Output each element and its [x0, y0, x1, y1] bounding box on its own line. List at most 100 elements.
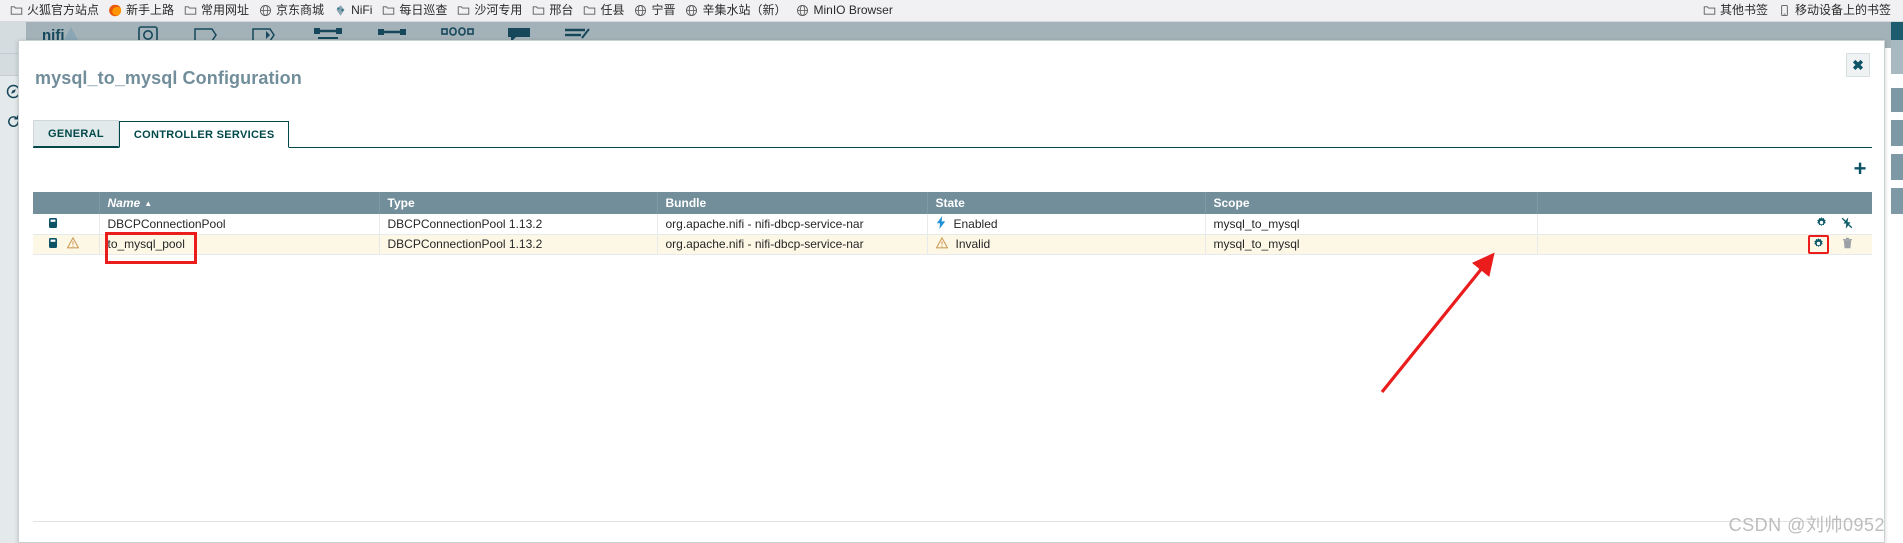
tab-controller-services[interactable]: CONTROLLER SERVICES: [118, 121, 290, 148]
folder-icon: [382, 4, 395, 17]
watermark: CSDN @刘帅0952: [1728, 515, 1885, 535]
row-actions-cell: [1537, 234, 1872, 255]
table-header-row: Name ▲ Type Bundle State Scope: [33, 192, 1872, 214]
controller-services-table-wrap: Name ▲ Type Bundle State Scope DBCPConne…: [33, 192, 1872, 522]
table-row[interactable]: DBCPConnectionPool DBCPConnectionPool 1.…: [33, 214, 1872, 235]
page-title: mysql_to_mysql Configuration: [35, 68, 302, 88]
mobile-icon: [1778, 4, 1791, 17]
row-state-label: Enabled: [953, 216, 998, 231]
globe-icon: [259, 4, 272, 17]
bookmark-item-0[interactable]: 火狐官方站点: [6, 1, 105, 20]
col-header-state[interactable]: State: [927, 192, 1206, 214]
folder-icon: [10, 4, 23, 17]
controller-service-icon: [47, 237, 59, 251]
row-bundle: org.apache.nifi - nifi-dbcp-service-nar: [657, 214, 928, 235]
bookmark-item-6[interactable]: 沙河专用: [453, 1, 528, 20]
screen-root: 火狐官方站点 新手上路 常用网址 京东商城 NiFi 每日巡查 沙河专用 邢台 …: [0, 0, 1903, 543]
rr-gap-2: [1891, 112, 1903, 120]
bookmark-label: 宁晋: [651, 3, 676, 17]
bookmark-item-8[interactable]: 任县: [579, 1, 630, 20]
other-bookmarks-item[interactable]: 其他书签: [1699, 1, 1774, 20]
row-status-icons-cell: [33, 214, 100, 235]
table-row[interactable]: to_mysql_pool DBCPConnectionPool 1.13.2 …: [33, 234, 1872, 255]
row-type: DBCPConnectionPool 1.13.2: [379, 214, 658, 235]
gear-icon[interactable]: [1815, 216, 1828, 231]
bookmark-label: NiFi: [351, 3, 373, 17]
rr-block-0: [1891, 22, 1903, 40]
sort-ascending-icon: ▲: [144, 199, 153, 209]
bookmark-bar-right: 其他书签 移动设备上的书签: [1699, 1, 1897, 20]
trash-icon[interactable]: [1841, 237, 1854, 252]
configuration-dialog: ✖ mysql_to_mysql Configuration GENERAL C…: [18, 40, 1885, 543]
folder-icon: [1703, 4, 1716, 17]
nifi-right-rail: [1891, 22, 1903, 543]
bookmark-label: 京东商城: [276, 3, 325, 17]
disable-icon[interactable]: [1840, 216, 1854, 232]
rr-block-1: [1891, 40, 1903, 74]
bolt-icon: [936, 215, 946, 232]
tab-bar: GENERAL CONTROLLER SERVICES: [33, 120, 1872, 148]
table-header: Name ▲ Type Bundle State Scope: [33, 192, 1872, 214]
bookmark-label: 辛集水站（新）: [702, 3, 787, 17]
globe-icon: [634, 4, 647, 17]
col-header-name[interactable]: Name ▲: [99, 192, 380, 214]
bookmark-item-1[interactable]: 新手上路: [105, 1, 180, 20]
bookmark-label: 常用网址: [201, 3, 250, 17]
bookmark-item-5[interactable]: 每日巡查: [378, 1, 453, 20]
folder-icon: [457, 4, 470, 17]
row-bundle: org.apache.nifi - nifi-dbcp-service-nar: [657, 234, 928, 255]
rr-block-2: [1891, 88, 1903, 112]
bookmark-item-10[interactable]: 辛集水站（新）: [681, 1, 792, 20]
col-header-icons: [33, 192, 100, 214]
add-controller-service-button[interactable]: +: [1850, 158, 1870, 180]
other-bookmarks-label: 其他书签: [1719, 3, 1768, 17]
bookmark-item-2[interactable]: 常用网址: [180, 1, 255, 20]
col-header-name-label: Name: [107, 196, 141, 210]
nifi-icon: [334, 4, 347, 17]
mobile-bookmarks-label: 移动设备上的书签: [1794, 3, 1891, 17]
rr-gap-3: [1891, 146, 1903, 154]
bookmark-item-3[interactable]: 京东商城: [255, 1, 330, 20]
col-header-bundle[interactable]: Bundle: [657, 192, 928, 214]
controller-service-icon: [47, 217, 59, 231]
bookmark-bar: 火狐官方站点 新手上路 常用网址 京东商城 NiFi 每日巡查 沙河专用 邢台 …: [0, 0, 1903, 22]
folder-icon: [184, 4, 197, 17]
warning-triangle-icon: [935, 236, 948, 252]
gear-icon[interactable]: [1808, 234, 1829, 253]
warning-triangle-icon[interactable]: [66, 236, 80, 251]
bookmark-label: 任县: [600, 3, 625, 17]
row-state-cell: Invalid: [927, 234, 1206, 255]
row-type: DBCPConnectionPool 1.13.2: [379, 234, 658, 255]
rr-gap-1: [1891, 74, 1903, 88]
bookmark-label: 沙河专用: [474, 3, 523, 17]
rr-block-3: [1891, 120, 1903, 146]
row-name: to_mysql_pool: [99, 234, 380, 255]
row-name: DBCPConnectionPool: [99, 214, 380, 235]
rr-block-4: [1891, 154, 1903, 180]
folder-icon: [583, 4, 596, 17]
col-header-type[interactable]: Type: [379, 192, 658, 214]
row-actions-cell: [1537, 214, 1872, 235]
rr-block-5: [1891, 188, 1903, 214]
rr-gap-4: [1891, 180, 1903, 188]
table-body: DBCPConnectionPool DBCPConnectionPool 1.…: [33, 214, 1872, 255]
mobile-bookmarks-item[interactable]: 移动设备上的书签: [1774, 1, 1897, 20]
bookmark-label: 火狐官方站点: [27, 3, 100, 17]
col-header-scope[interactable]: Scope: [1205, 192, 1538, 214]
row-state-cell: Enabled: [927, 214, 1206, 235]
bookmark-label: MinIO Browser: [813, 3, 893, 17]
firefox-icon: [109, 4, 122, 17]
close-icon[interactable]: ✖: [1846, 53, 1870, 77]
bookmark-item-4[interactable]: NiFi: [330, 1, 378, 20]
tab-general[interactable]: GENERAL: [33, 120, 119, 147]
row-status-icons-cell: [33, 234, 100, 255]
bookmark-item-11[interactable]: MinIO Browser: [792, 1, 898, 20]
bookmark-label: 每日巡查: [399, 3, 448, 17]
globe-icon: [685, 4, 698, 17]
row-state-label: Invalid: [955, 237, 991, 251]
globe-icon: [796, 4, 809, 17]
row-scope: mysql_to_mysql: [1205, 214, 1538, 235]
row-scope: mysql_to_mysql: [1205, 234, 1538, 255]
bookmark-item-7[interactable]: 邢台: [528, 1, 579, 20]
bookmark-item-9[interactable]: 宁晋: [630, 1, 681, 20]
